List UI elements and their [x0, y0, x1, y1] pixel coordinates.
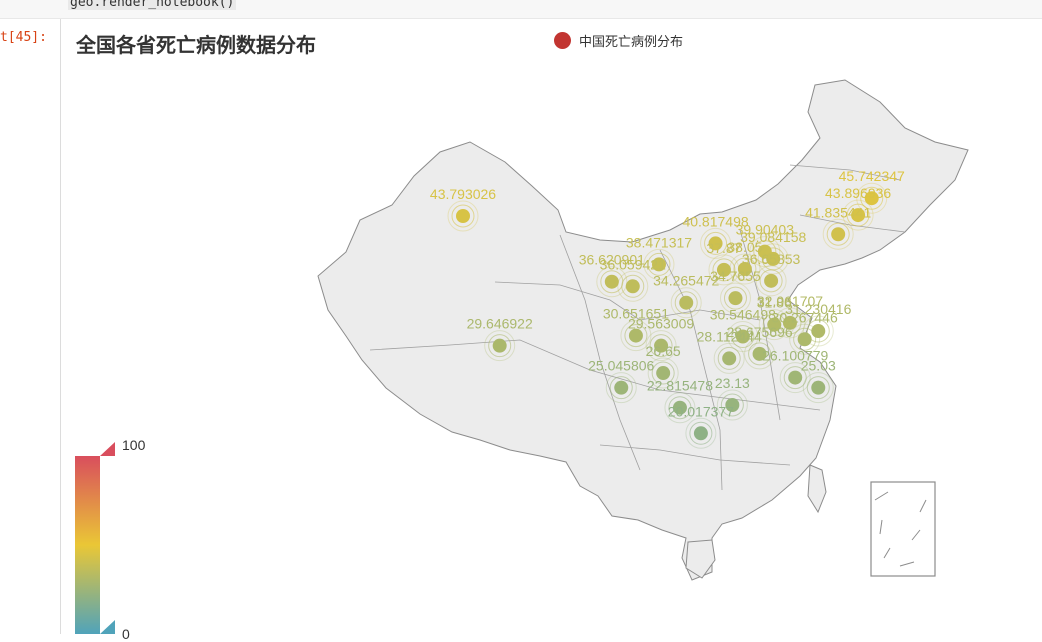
- scatter-point[interactable]: [492, 338, 507, 353]
- chart-title: 全国各省死亡病例数据分布: [76, 35, 316, 57]
- scatter-point[interactable]: [679, 295, 694, 310]
- scatter-point[interactable]: [614, 380, 629, 395]
- scatter-label: 43.793026: [430, 186, 496, 202]
- scatter-label: 26.65: [646, 343, 681, 359]
- scatter-point[interactable]: [604, 274, 619, 289]
- scatter-label: 28.112444: [697, 328, 762, 344]
- scatter-point[interactable]: [811, 380, 826, 395]
- scatter-label: 29.646922: [467, 316, 533, 332]
- scatter-label: 22.815478: [647, 378, 713, 394]
- legend-dot-icon: [554, 32, 571, 49]
- scatter-point[interactable]: [728, 291, 743, 306]
- scatter-label: 43.896936: [825, 185, 891, 201]
- scatter-point[interactable]: [831, 227, 846, 242]
- scatter-label: 30.267446: [772, 309, 838, 325]
- scatter-point[interactable]: [764, 273, 779, 288]
- scatter-label: 25.045806: [588, 358, 654, 374]
- visual-map-min-handle[interactable]: [100, 620, 115, 634]
- scatter-label: 23.13: [715, 375, 750, 391]
- scatter-point[interactable]: [797, 332, 812, 347]
- visual-map-max-label: 100: [122, 437, 146, 453]
- scatter-point[interactable]: [456, 209, 470, 223]
- scatter-label: 41.835441: [805, 204, 871, 220]
- visual-map-bar[interactable]: [75, 456, 100, 634]
- scatter-label: 20.017377: [668, 403, 734, 419]
- scatter-label: 34.265472: [653, 273, 719, 289]
- scatter-point[interactable]: [811, 324, 826, 339]
- scatter-label: 36.65853: [742, 251, 801, 267]
- legend-item[interactable]: 中国死亡病例分布: [554, 31, 683, 50]
- south-sea-inset: [870, 481, 936, 577]
- scatter-label: 36.059421: [600, 256, 666, 272]
- scatter-label: 45.742347: [839, 168, 905, 184]
- china-map-chart: 45.74234743.89693641.83544143.79302640.8…: [75, 79, 969, 634]
- scatter-label: 25.03: [801, 358, 836, 374]
- scatter-point[interactable]: [625, 279, 640, 294]
- scatter-label: 30.546498: [710, 307, 776, 323]
- legend-label: 中国死亡病例分布: [579, 34, 684, 49]
- scatter-point[interactable]: [722, 351, 737, 366]
- scatter-label: 29.563009: [628, 316, 694, 332]
- scatter-label: 37.87: [706, 240, 741, 256]
- scatter-label: 38.471317: [626, 234, 692, 250]
- visual-map-max-handle[interactable]: [100, 442, 115, 456]
- scatter-point[interactable]: [693, 426, 708, 441]
- visual-map-min-label: 0: [122, 626, 130, 642]
